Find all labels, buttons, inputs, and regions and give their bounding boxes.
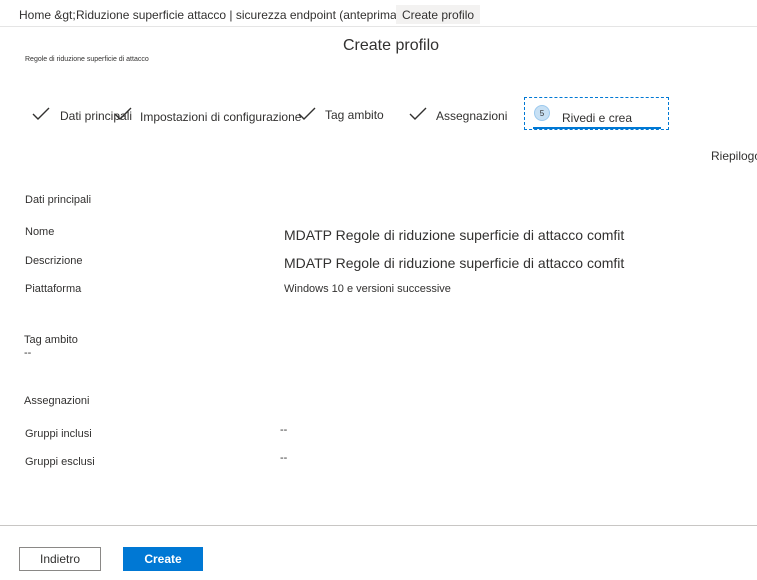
scope-tags-section-title: Tag ambito bbox=[24, 334, 78, 346]
footer-divider bbox=[0, 525, 757, 526]
breadcrumb: Home &gt; Riduzione superficie attacco |… bbox=[0, 0, 757, 27]
page-title: Create profilo bbox=[343, 37, 440, 54]
assignments-section-title: Assegnazioni bbox=[24, 395, 90, 407]
back-button[interactable]: Indietro bbox=[19, 547, 101, 571]
platform-label: Piattaforma bbox=[25, 283, 82, 295]
breadcrumb-home-link[interactable]: Home &gt; bbox=[19, 8, 76, 22]
breadcrumb-asr-link[interactable]: Riduzione superficie attacco | sicurezza… bbox=[76, 8, 425, 22]
checkmark-icon bbox=[32, 107, 50, 120]
step-scope-tags[interactable] bbox=[298, 107, 316, 126]
checkmark-icon bbox=[298, 107, 316, 120]
step-assignments[interactable] bbox=[409, 107, 427, 126]
step-label-assignments[interactable]: Assegnazioni bbox=[436, 109, 507, 123]
basics-section-title: Dati principali bbox=[25, 194, 92, 206]
excluded-groups-value: -- bbox=[280, 452, 288, 464]
excluded-groups-label: Gruppi esclusi bbox=[25, 456, 95, 468]
step-label-review-create: Rivedi e crea bbox=[562, 111, 633, 125]
checkmark-icon bbox=[114, 107, 132, 120]
page-subtitle: Regole di riduzione superficie di attacc… bbox=[25, 56, 149, 63]
checkmark-icon bbox=[409, 107, 427, 120]
step-number: 5 bbox=[534, 105, 550, 121]
summary-label: Riepilogo bbox=[711, 149, 757, 163]
step-configuration[interactable] bbox=[114, 107, 132, 126]
create-button[interactable]: Create bbox=[123, 547, 203, 571]
included-groups-label: Gruppi inclusi bbox=[25, 428, 92, 440]
name-value: MDATP Regole di riduzione superficie di … bbox=[284, 227, 625, 243]
included-groups-value: -- bbox=[280, 424, 288, 436]
breadcrumb-current: Create profilo bbox=[396, 5, 481, 24]
step-review-create[interactable]: 5 Rivedi e crea bbox=[524, 97, 669, 130]
scope-tags-value: -- bbox=[24, 347, 32, 359]
description-label: Descrizione bbox=[25, 255, 83, 267]
step-label-scope-tags[interactable]: Tag ambito bbox=[325, 108, 384, 122]
name-label: Nome bbox=[25, 226, 55, 238]
description-value: MDATP Regole di riduzione superficie di … bbox=[284, 255, 625, 271]
step-basics[interactable] bbox=[32, 107, 50, 126]
platform-value: Windows 10 e versioni successive bbox=[284, 283, 451, 295]
active-step-indicator bbox=[533, 127, 661, 129]
step-label-configuration[interactable]: Impostazioni di configurazione bbox=[140, 110, 301, 124]
